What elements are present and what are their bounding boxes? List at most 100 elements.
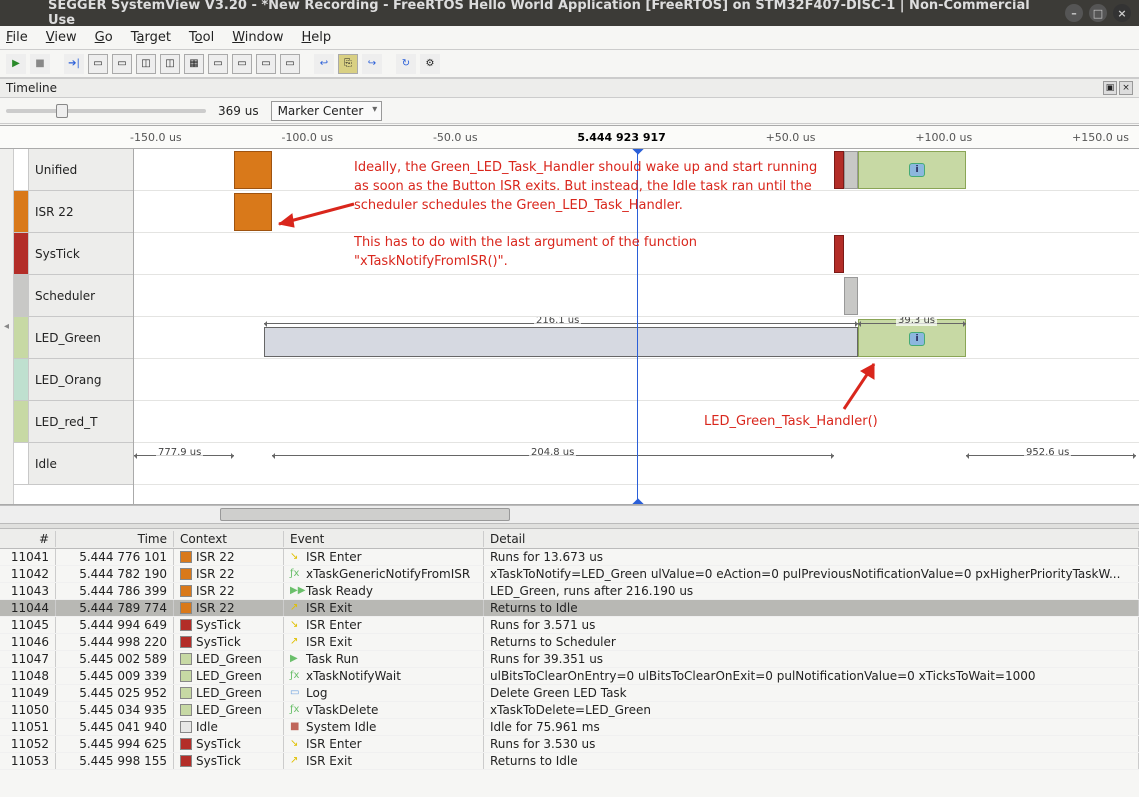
window-maximize-button[interactable]: □ [1089, 4, 1107, 22]
menu-file[interactable]: File [6, 30, 28, 45]
timeline-toolbar: 369 us Marker Center [0, 98, 1139, 124]
cell-context: LED_Green [174, 702, 284, 718]
col-event[interactable]: Event [284, 531, 484, 547]
track-canvas[interactable]: i i 216.1 us 39.3 us 777.9 us 204.8 us 9… [134, 149, 1139, 504]
time-ruler[interactable]: -150.0 us -100.0 us -50.0 us 5.444 923 9… [0, 125, 1139, 149]
panel-close-icon[interactable]: × [1119, 81, 1133, 95]
toolbar-view-log-icon[interactable]: ▭ [256, 54, 276, 74]
cell-number: 11043 [0, 583, 56, 599]
event-type-icon: ↗ [290, 602, 302, 614]
event-row[interactable]: 110515.445 041 940Idle■ System IdleIdle … [0, 719, 1139, 736]
context-swatch-icon [180, 585, 192, 597]
cell-number: 11046 [0, 634, 56, 650]
menu-window[interactable]: Window [232, 30, 283, 45]
menu-help[interactable]: Help [301, 30, 331, 45]
cell-context: SysTick [174, 736, 284, 752]
track-label-row[interactable]: Unified [14, 149, 133, 191]
track-label-row[interactable]: ISR 22 [14, 191, 133, 233]
panel-undock-icon[interactable]: ▣ [1103, 81, 1117, 95]
toolbar-view-sysinfo-icon[interactable]: ▭ [280, 54, 300, 74]
events-body[interactable]: 110415.444 776 101ISR 22↘ ISR EnterRuns … [0, 549, 1139, 770]
window-close-button[interactable]: × [1113, 4, 1131, 22]
track-name-label: ISR 22 [28, 191, 133, 232]
track-label-row[interactable]: Idle [14, 443, 133, 485]
marker-mode-select[interactable]: Marker Center [271, 101, 383, 121]
col-detail[interactable]: Detail [484, 531, 1139, 547]
ruler-tick: +100.0 us [915, 131, 972, 144]
event-row[interactable]: 110465.444 998 220SysTick↗ ISR ExitRetur… [0, 634, 1139, 651]
toolbar-view-heap-icon[interactable]: ▭ [232, 54, 252, 74]
toolbar-forward-icon[interactable]: ↪ [362, 54, 382, 74]
cell-time: 5.445 998 155 [56, 753, 174, 769]
cell-detail: xTaskToNotify=LED_Green ulValue=0 eActio… [484, 566, 1139, 582]
cell-context: ISR 22 [174, 549, 284, 565]
event-row[interactable]: 110505.445 034 935LED_Greenƒx vTaskDelet… [0, 702, 1139, 719]
cell-number: 11051 [0, 719, 56, 735]
toolbar-back-icon[interactable]: ↩ [314, 54, 334, 74]
timeline-tracks[interactable]: ◂ UnifiedISR 22SysTickSchedulerLED_Green… [0, 149, 1139, 505]
event-row[interactable]: 110445.444 789 774ISR 22↗ ISR ExitReturn… [0, 600, 1139, 617]
event-row[interactable]: 110425.444 782 190ISR 22ƒx xTaskGenericN… [0, 566, 1139, 583]
event-type-icon: ↘ [290, 551, 302, 563]
cell-event: ƒx xTaskNotifyWait [284, 668, 484, 684]
cell-detail: ulBitsToClearOnEntry=0 ulBitsToClearOnEx… [484, 668, 1139, 684]
event-row[interactable]: 110455.444 994 649SysTick↘ ISR EnterRuns… [0, 617, 1139, 634]
track-label-row[interactable]: LED_Orang [14, 359, 133, 401]
cell-context: LED_Green [174, 651, 284, 667]
track-label-row[interactable]: Scheduler [14, 275, 133, 317]
context-swatch-icon [180, 687, 192, 699]
event-row[interactable]: 110525.445 994 625SysTick↘ ISR EnterRuns… [0, 736, 1139, 753]
toolbar-connect-icon[interactable]: ↻ [396, 54, 416, 74]
col-time[interactable]: Time [56, 531, 174, 547]
toolbar-target-icon[interactable]: ⎘ [338, 54, 358, 74]
menu-tool[interactable]: Tool [189, 30, 214, 45]
track-name-label: LED_Green [28, 317, 133, 358]
track-label-row[interactable]: SysTick [14, 233, 133, 275]
event-type-icon: ▭ [290, 687, 302, 699]
toolbar-view-events-icon[interactable]: ▭ [112, 54, 132, 74]
context-swatch-icon [180, 568, 192, 580]
cell-detail: Runs for 3.571 us [484, 617, 1139, 633]
cell-time: 5.444 782 190 [56, 566, 174, 582]
zoom-slider[interactable] [6, 109, 206, 113]
toolbar-view-runtime-icon[interactable]: ▭ [208, 54, 228, 74]
cell-context: ISR 22 [174, 583, 284, 599]
context-swatch-icon [180, 670, 192, 682]
context-swatch-icon [180, 738, 192, 750]
toolbar-view-timeline-icon[interactable]: ◫ [136, 54, 156, 74]
col-number[interactable]: # [0, 531, 56, 547]
toolbar-view-cpu-icon[interactable]: ◫ [160, 54, 180, 74]
toolbar-play-icon[interactable]: ▶ [6, 54, 26, 74]
timeline-panel-header: Timeline ▣ × [0, 78, 1139, 98]
col-context[interactable]: Context [174, 531, 284, 547]
window-minimize-button[interactable]: – [1065, 4, 1083, 22]
cell-number: 11050 [0, 702, 56, 718]
event-row[interactable]: 110535.445 998 155SysTick↗ ISR ExitRetur… [0, 753, 1139, 770]
event-type-icon: ↗ [290, 755, 302, 767]
event-row[interactable]: 110475.445 002 589LED_Green▶ Task RunRun… [0, 651, 1139, 668]
event-row[interactable]: 110495.445 025 952LED_Green▭ LogDelete G… [0, 685, 1139, 702]
toolbar-settings-icon[interactable]: ⚙ [420, 54, 440, 74]
event-type-icon: ▶▶ [290, 585, 302, 597]
toolbar-goto-icon[interactable]: ➔| [64, 54, 84, 74]
track-color-swatch [14, 401, 28, 442]
cell-time: 5.444 789 774 [56, 600, 174, 616]
toolbar-view-terminal-icon[interactable]: ▭ [88, 54, 108, 74]
track-label-row[interactable]: LED_Green [14, 317, 133, 359]
tracks-scroll-left[interactable]: ◂ [0, 149, 14, 504]
track-label-row[interactable]: LED_red_T [14, 401, 133, 443]
cell-number: 11049 [0, 685, 56, 701]
menu-target[interactable]: Target [131, 30, 171, 45]
menu-go[interactable]: Go [95, 30, 113, 45]
event-row[interactable]: 110435.444 786 399ISR 22▶▶ Task ReadyLED… [0, 583, 1139, 600]
event-row[interactable]: 110485.445 009 339LED_Greenƒx xTaskNotif… [0, 668, 1139, 685]
timeline-h-scrollbar[interactable] [0, 505, 1139, 523]
event-row[interactable]: 110415.444 776 101ISR 22↘ ISR EnterRuns … [0, 549, 1139, 566]
context-swatch-icon [180, 704, 192, 716]
toolbar-stop-icon[interactable]: ■ [30, 54, 50, 74]
cell-detail: LED_Green, runs after 216.190 us [484, 583, 1139, 599]
toolbar-view-contexts-icon[interactable]: ▦ [184, 54, 204, 74]
menu-view[interactable]: View [46, 30, 77, 45]
cell-detail: Runs for 3.530 us [484, 736, 1139, 752]
track-color-swatch [14, 443, 28, 484]
